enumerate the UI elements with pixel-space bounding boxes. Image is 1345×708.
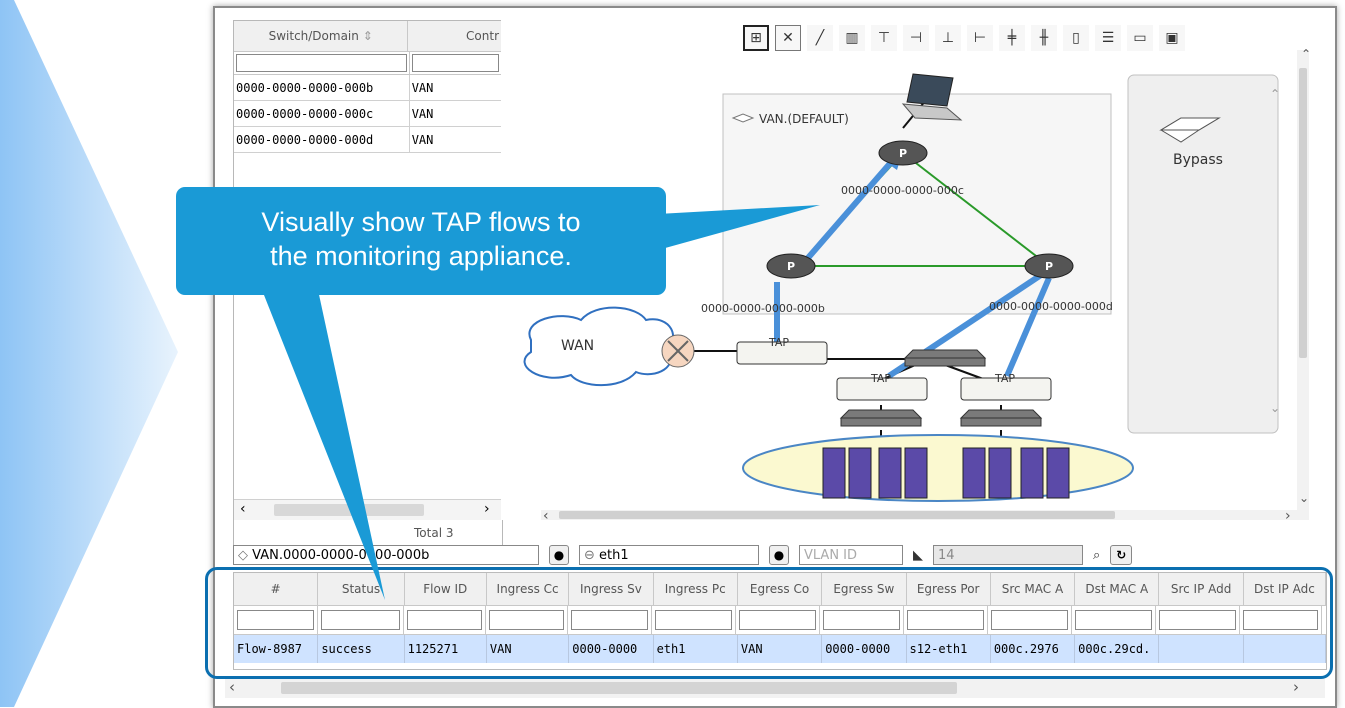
callout-line-1: Visually show TAP flows to	[261, 207, 581, 237]
callout-box: Visually show TAP flows to the monitorin…	[176, 187, 666, 295]
callout-line-2: the monitoring appliance.	[270, 241, 572, 271]
callout-pointers	[262, 205, 820, 600]
